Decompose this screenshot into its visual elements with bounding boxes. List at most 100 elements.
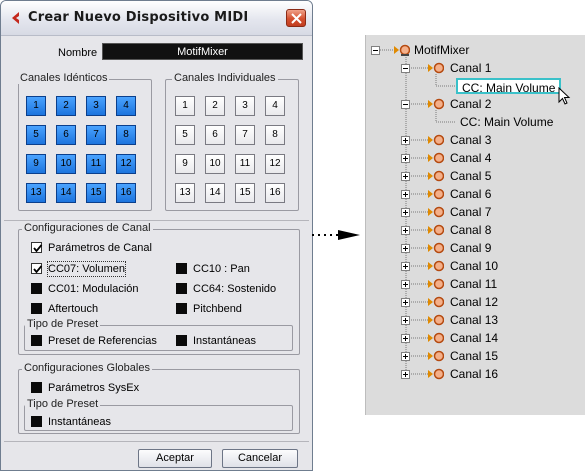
identical-channel-button[interactable]: 1 [26,96,46,116]
tree-cc-item-selected[interactable]: CC: Main Volume [456,78,562,95]
identical-channel-button[interactable]: 13 [26,183,46,203]
tree-channel-label[interactable]: Canal 14 [450,329,498,347]
checkbox-box [31,382,42,393]
individual-channel-button[interactable]: 1 [175,96,195,116]
individual-channel-button[interactable]: 16 [265,183,285,203]
identical-channel-button[interactable]: 7 [86,125,106,145]
cc64-sustain-label: CC64: Sostenido [193,283,277,295]
tree-channel-label[interactable]: Canal 9 [450,239,491,257]
individual-channel-button[interactable]: 8 [265,125,285,145]
identical-channel-button[interactable]: 10 [56,154,76,174]
collapse-icon[interactable] [401,64,410,73]
identical-channel-button[interactable]: 4 [116,96,136,116]
channel-preset-type-label: Tipo de Preset [25,318,101,330]
expand-icon[interactable] [401,280,410,289]
identical-channel-button[interactable]: 16 [116,183,136,203]
expand-icon[interactable] [401,262,410,271]
identical-channel-button[interactable]: 8 [116,125,136,145]
tree-channel-label[interactable]: Canal 15 [450,347,498,365]
tree-channel-label[interactable]: Canal 13 [450,311,498,329]
midi-channel-icon [428,332,444,344]
collapse-icon[interactable] [401,100,410,109]
individual-channel-button[interactable]: 3 [235,96,255,116]
tree-channel-label[interactable]: Canal 4 [450,149,491,167]
device-tree-panel: MotifMixer Canal 1 CC: Main Volume Canal 2C… [365,35,585,415]
close-button[interactable] [286,9,306,27]
cubase-logo-icon [12,12,19,24]
identical-channel-button[interactable]: 6 [56,125,76,145]
dialog-title: Crear Nuevo Dispositivo MIDI [28,10,249,25]
individual-channel-button[interactable]: 5 [175,125,195,145]
tree-channel-label[interactable]: Canal 10 [450,257,498,275]
expand-icon[interactable] [401,154,410,163]
tree-channel-label[interactable]: Canal 7 [450,203,491,221]
individual-channel-button[interactable]: 13 [175,183,195,203]
tree-channel-label[interactable]: Canal 1 [450,59,491,77]
midi-channel-icon [428,98,444,110]
midi-channel-icon [428,314,444,326]
identical-channel-button[interactable]: 5 [26,125,46,145]
mouse-cursor-icon [558,87,571,105]
expand-icon[interactable] [401,136,410,145]
individual-channel-button[interactable]: 10 [205,154,225,174]
tree-channel-label[interactable]: Canal 3 [450,131,491,149]
checkbox-box [31,283,42,294]
checkmark-icon [33,265,43,274]
midi-channel-icon [428,170,444,182]
individual-channel-button[interactable]: 15 [235,183,255,203]
tree-channel-label[interactable]: Canal 11 [450,275,497,293]
individual-channel-button[interactable]: 9 [175,154,195,174]
checkmark-icon [33,244,43,253]
identical-channel-button[interactable]: 9 [26,154,46,174]
individual-channel-button[interactable]: 4 [265,96,285,116]
expand-icon[interactable] [401,298,410,307]
expand-icon[interactable] [401,226,410,235]
identical-channel-button[interactable]: 12 [116,154,136,174]
name-label: Nombre [58,47,98,59]
identical-channel-button[interactable]: 15 [86,183,106,203]
expand-icon[interactable] [401,208,410,217]
individual-channel-button[interactable]: 6 [205,125,225,145]
expand-icon[interactable] [401,316,410,325]
expand-icon[interactable] [401,370,410,379]
channel-settings-label: Configuraciones de Canal [22,222,153,234]
midi-device-icon [394,44,410,56]
identical-channel-button[interactable]: 2 [56,96,76,116]
checkbox-box [176,263,187,274]
identical-channel-button[interactable]: 3 [86,96,106,116]
expand-icon[interactable] [401,334,410,343]
midi-channel-icon [428,224,444,236]
device-name-field[interactable]: MotifMixer [102,43,303,60]
cancel-button[interactable]: Cancelar [222,449,298,468]
identical-channel-button[interactable]: 11 [86,154,106,174]
checkbox-box [176,335,187,346]
expand-icon[interactable] [401,190,410,199]
expand-icon[interactable] [401,244,410,253]
individual-channel-button[interactable]: 7 [235,125,255,145]
tree-channel-label[interactable]: Canal 5 [450,167,491,185]
individual-channel-button[interactable]: 11 [235,154,255,174]
midi-channel-icon [428,152,444,164]
tree-channel-label[interactable]: Canal 8 [450,221,491,239]
expand-icon[interactable] [401,172,410,181]
individual-channel-button[interactable]: 12 [265,154,285,174]
global-settings-label: Configuraciones Globales [22,362,152,374]
arrow-right-icon [312,230,360,240]
individual-channel-button[interactable]: 2 [205,96,225,116]
channel-params-label: Parámetros de Canal [48,242,152,254]
tree-cc-item[interactable]: CC: Main Volume [460,113,553,131]
expand-icon[interactable] [401,352,410,361]
global-snapshots-label: Instantáneas [48,416,111,428]
ok-button[interactable]: Aceptar [138,449,212,468]
identical-channel-button[interactable]: 14 [56,183,76,203]
individual-channel-button[interactable]: 14 [205,183,225,203]
aftertouch-label: Aftertouch [48,303,99,315]
tree-channel-label[interactable]: Canal 16 [450,365,498,383]
tree-root-label[interactable]: MotifMixer [414,41,469,59]
tree-channel-label[interactable]: Canal 12 [450,293,498,311]
checkbox-box [31,263,43,274]
tree-channel-label[interactable]: Canal 6 [450,185,491,203]
collapse-icon[interactable] [371,46,380,55]
tree-channel-label[interactable]: Canal 2 [450,95,491,113]
title-bar: Crear Nuevo Dispositivo MIDI [1,1,312,36]
